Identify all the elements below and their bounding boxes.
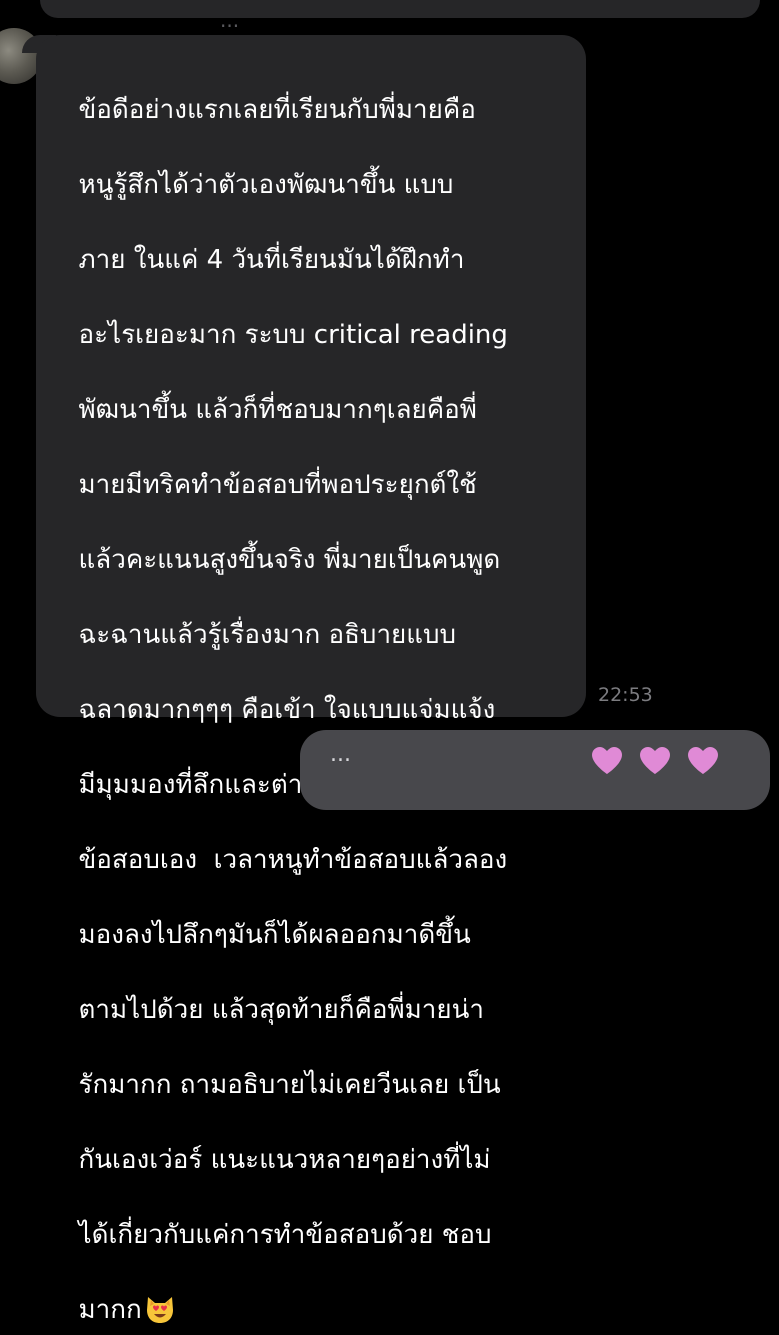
message-timestamp: 22:53 <box>598 684 653 706</box>
heart-icon <box>686 745 720 775</box>
heart-eyes-cat-icon <box>144 1294 176 1335</box>
message-line: ข้อสอบเอง เวลาหนูทำข้อสอบแล้วลอง <box>79 845 508 875</box>
heart-icon <box>590 745 624 775</box>
heart-icon <box>638 745 672 775</box>
message-line: มองลงไปลึกๆมันก็ได้ผลออกมาดีขึ้น <box>79 920 471 950</box>
message-line: รักมากก ถามอธิบายไม่เคยวีนเลย เป็น <box>79 1070 501 1100</box>
message-line: ฉลาดมากๆๆๆ คือเข้า ใจแบบแจ่มแจ้ง <box>79 695 496 725</box>
message-line: ฉะฉานแล้วรู้เรื่องมาก อธิบายแบบ <box>79 620 457 650</box>
message-line: แล้วคะแนนสูงขึ้นจริง พี่มายเป็นคนพูด <box>79 545 501 575</box>
message-line: ตามไปด้วย แล้วสุดท้ายก็คือพี่มายน่า <box>79 995 484 1025</box>
previous-message-bubble[interactable] <box>40 0 760 18</box>
next-message-text: ... <box>330 742 351 767</box>
message-text: ข้อดีอย่างแรกเลยที่เรียนกับพี่มายคือ หนู… <box>62 54 574 1335</box>
message-line: มากก <box>79 1295 142 1325</box>
message-line: มายมีทริคทำข้อสอบที่พอประยุกต์ใช้ <box>79 470 477 500</box>
message-line: ภาย ในแค่ 4 วันที่เรียนมันได้ฝึกทำ <box>79 245 465 275</box>
message-line: พัฒนาขึ้น แล้วก็ที่ชอบมากๆเลยคือพี่ <box>79 395 477 425</box>
next-message-hearts <box>590 745 720 775</box>
message-line: ข้อดีอย่างแรกเลยที่เรียนกับพี่มายคือ <box>79 95 476 125</box>
message-line: หนูรู้สึกได้ว่าตัวเองพัฒนาขึ้น แบบ <box>79 170 454 200</box>
message-line: กันเองเว่อร์ แนะแนวหลายๆอย่างที่ไม่ <box>79 1145 491 1175</box>
message-line: ได้เกี่ยวกับแค่การทำข้อสอบด้วย ชอบ <box>79 1220 492 1250</box>
message-line: อะไรเยอะมาก ระบบ critical reading <box>79 320 508 350</box>
previous-message-text: ... <box>220 8 239 32</box>
